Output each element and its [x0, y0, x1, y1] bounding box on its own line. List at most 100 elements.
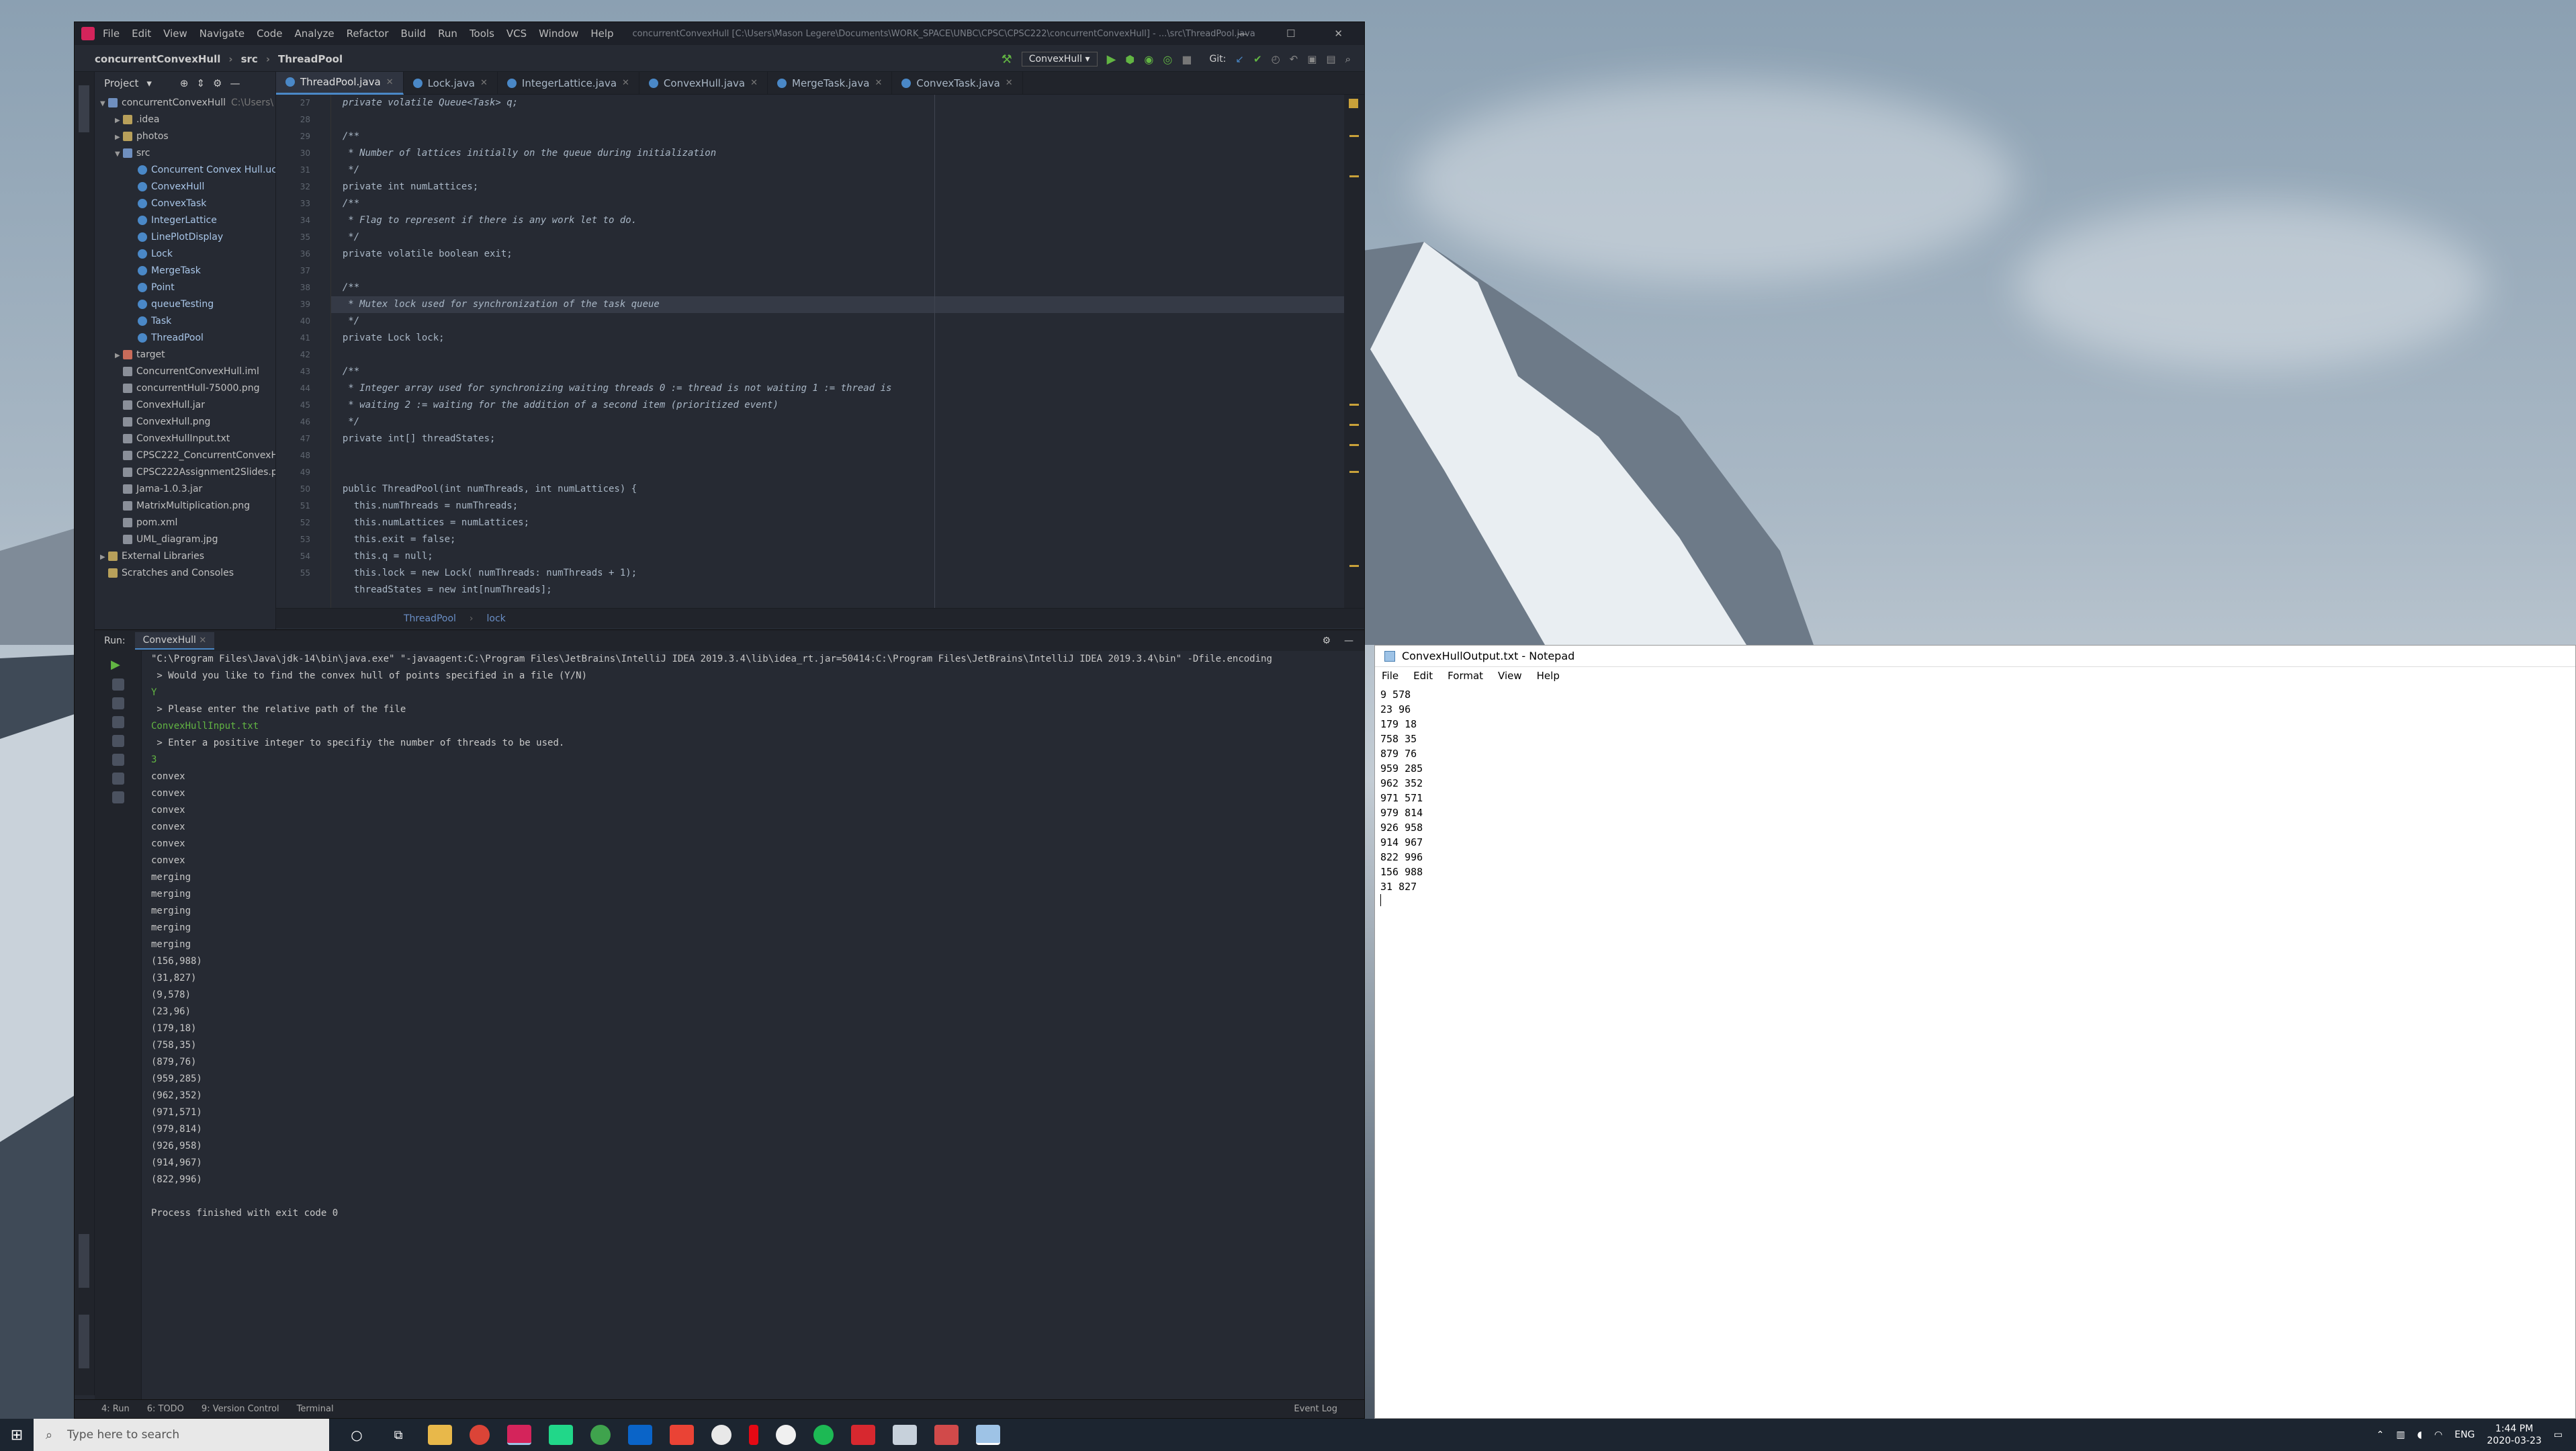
terminal-tool-button[interactable]: Terminal [297, 1404, 334, 1414]
delete-icon[interactable] [112, 773, 124, 785]
menu-help[interactable]: Help [590, 28, 613, 40]
tree-item[interactable]: ConvexHull.png [95, 414, 275, 431]
spotify-icon[interactable] [813, 1425, 834, 1445]
language-indicator[interactable]: ENG [2454, 1430, 2475, 1440]
code-line[interactable] [331, 447, 1352, 464]
menu-run[interactable]: Run [438, 28, 457, 40]
target-icon[interactable]: ⊕ [180, 77, 189, 89]
menu-code[interactable]: Code [257, 28, 282, 40]
chevron-up-icon[interactable]: ⌃ [2377, 1430, 2385, 1440]
print-icon[interactable] [112, 754, 124, 766]
notepad-taskbar-icon[interactable] [976, 1425, 1000, 1445]
code-line[interactable]: private Lock lock; [331, 330, 1352, 347]
pycharm-icon[interactable] [549, 1425, 573, 1445]
git-history-icon[interactable]: ◴ [1272, 53, 1280, 65]
volume-icon[interactable]: ◖ [2417, 1430, 2422, 1440]
rerun-icon[interactable]: ▶ [111, 658, 141, 672]
code-line[interactable]: * waiting 2 := waiting for the addition … [331, 397, 1352, 414]
netflix-icon[interactable] [749, 1425, 758, 1445]
git-revert-icon[interactable]: ↶ [1290, 53, 1298, 65]
tree-arrow-icon[interactable]: ▶ [100, 549, 108, 566]
menu-refactor[interactable]: Refactor [347, 28, 389, 40]
tree-item[interactable]: concurrentHull-75000.png [95, 380, 275, 397]
notification-icon[interactable]: ▭ [2554, 1430, 2563, 1440]
run-config-select[interactable]: ConvexHull ▾ [1021, 52, 1098, 67]
code-line[interactable] [331, 464, 1352, 481]
close-icon[interactable]: ✕ [480, 78, 488, 88]
menu-navigate[interactable]: Navigate [199, 28, 245, 40]
close-button[interactable]: ✕ [1334, 28, 1343, 40]
code-line[interactable] [331, 347, 1352, 363]
notepad-text-area[interactable]: 9 578 23 96 179 18 758 35 879 76 959 285 962 3… [1375, 685, 2575, 909]
tree-item[interactable]: Lock [95, 246, 275, 263]
code-line[interactable]: private int[] threadStates; [331, 431, 1352, 447]
editor-tab[interactable]: ConvexTask.java ✕ [892, 71, 1023, 95]
tree-item[interactable]: Scratches and Consoles [95, 565, 275, 582]
tree-item[interactable]: IntegerLattice [95, 212, 275, 229]
intellij-icon[interactable] [507, 1425, 531, 1445]
structure-tool-button[interactable] [79, 1234, 89, 1288]
snipping-tool-icon[interactable] [934, 1425, 959, 1445]
gear-icon[interactable]: ⚙ [213, 77, 222, 89]
tree-item[interactable]: LinePlotDisplay [95, 229, 275, 246]
breadcrumb-item[interactable]: src [241, 53, 258, 65]
favorites-tool-button[interactable] [79, 1315, 89, 1368]
breadcrumb-item[interactable]: concurrentConvexHull [95, 53, 220, 65]
outlook-icon[interactable] [628, 1425, 652, 1445]
run-tool-button[interactable]: 4: Run [101, 1404, 130, 1414]
code-line[interactable]: public ThreadPool(int numThreads, int nu… [331, 481, 1352, 498]
wifi-icon[interactable]: ◠ [2434, 1430, 2442, 1440]
tree-item[interactable]: ConvexHull [95, 179, 275, 195]
tree-item[interactable]: MergeTask [95, 263, 275, 279]
code-line[interactable]: */ [331, 162, 1352, 179]
tree-item[interactable]: ▶ .idea [95, 112, 275, 128]
run-console[interactable]: "C:\Program Files\Java\jdk-14\bin\java.e… [148, 651, 1364, 1403]
code-line[interactable]: /** [331, 128, 1352, 145]
menu-vcs[interactable]: VCS [506, 28, 527, 40]
close-icon[interactable]: ✕ [386, 77, 394, 87]
code-line[interactable]: /** [331, 195, 1352, 212]
restore-layout-icon[interactable] [112, 697, 124, 709]
file-explorer-icon[interactable] [428, 1425, 452, 1445]
project-panel-label[interactable]: Project [104, 77, 138, 89]
tree-item[interactable]: ▼ concurrentConvexHull C:\Users\ [95, 95, 275, 112]
debug-icon[interactable]: ⬢ [1125, 53, 1135, 66]
profile-icon[interactable]: ◎ [1163, 53, 1172, 66]
build-hammer-icon[interactable]: ⚒ [1002, 52, 1012, 67]
menu-window[interactable]: Window [539, 28, 578, 40]
git-commit-icon[interactable]: ✔ [1253, 53, 1262, 65]
chrome-icon[interactable] [470, 1425, 490, 1445]
notepad-menu-view[interactable]: View [1498, 670, 1522, 682]
search-icon[interactable]: ⌕ [1345, 53, 1351, 65]
pin-icon[interactable] [112, 791, 124, 803]
minimize-button[interactable]: — [1237, 28, 1247, 40]
code-line[interactable]: this.lock = new Lock( numThreads: numThr… [331, 565, 1352, 582]
tree-item[interactable]: MatrixMultiplication.png [95, 498, 275, 515]
soft-wrap-icon[interactable] [112, 716, 124, 728]
code-line[interactable]: * Flag to represent if there is any work… [331, 212, 1352, 229]
tree-item[interactable]: ConcurrentConvexHull.iml [95, 363, 275, 380]
windows-start-icon[interactable]: ⊞ [0, 1427, 34, 1444]
tree-item[interactable]: CPSC222Assignment2Slides.p [95, 464, 275, 481]
tree-item[interactable]: UML_diagram.jpg [95, 531, 275, 548]
code-line[interactable]: * Mutex lock used for synchronization of… [331, 296, 1352, 313]
version-control-tool-button[interactable]: 9: Version Control [202, 1404, 279, 1414]
code-line[interactable]: this.exit = false; [331, 531, 1352, 548]
run-tab[interactable]: ConvexHull ✕ [134, 631, 215, 650]
tree-item[interactable]: Concurrent Convex Hull.uc [95, 162, 275, 179]
project-structure-icon[interactable]: ▣ [1307, 53, 1317, 65]
code-line[interactable]: private int numLattices; [331, 179, 1352, 195]
code-editor[interactable]: private volatile Queue<Task> q; /** * Nu… [331, 95, 1352, 608]
editor-tab[interactable]: ThreadPool.java ✕ [276, 71, 404, 95]
close-icon[interactable]: ✕ [875, 78, 882, 88]
code-line[interactable]: */ [331, 313, 1352, 330]
network-icon[interactable]: ▥ [2396, 1430, 2405, 1440]
close-icon[interactable]: ✕ [622, 78, 629, 88]
tree-item[interactable]: pom.xml [95, 515, 275, 531]
code-line[interactable]: this.numLattices = numLattices; [331, 515, 1352, 531]
tree-arrow-icon[interactable]: ▼ [115, 146, 123, 163]
breadcrumb-item[interactable]: ThreadPool [278, 53, 343, 65]
run-icon[interactable]: ▶ [1107, 52, 1116, 67]
tree-item[interactable]: ▶ External Libraries [95, 548, 275, 565]
code-line[interactable]: * Integer array used for synchronizing w… [331, 380, 1352, 397]
